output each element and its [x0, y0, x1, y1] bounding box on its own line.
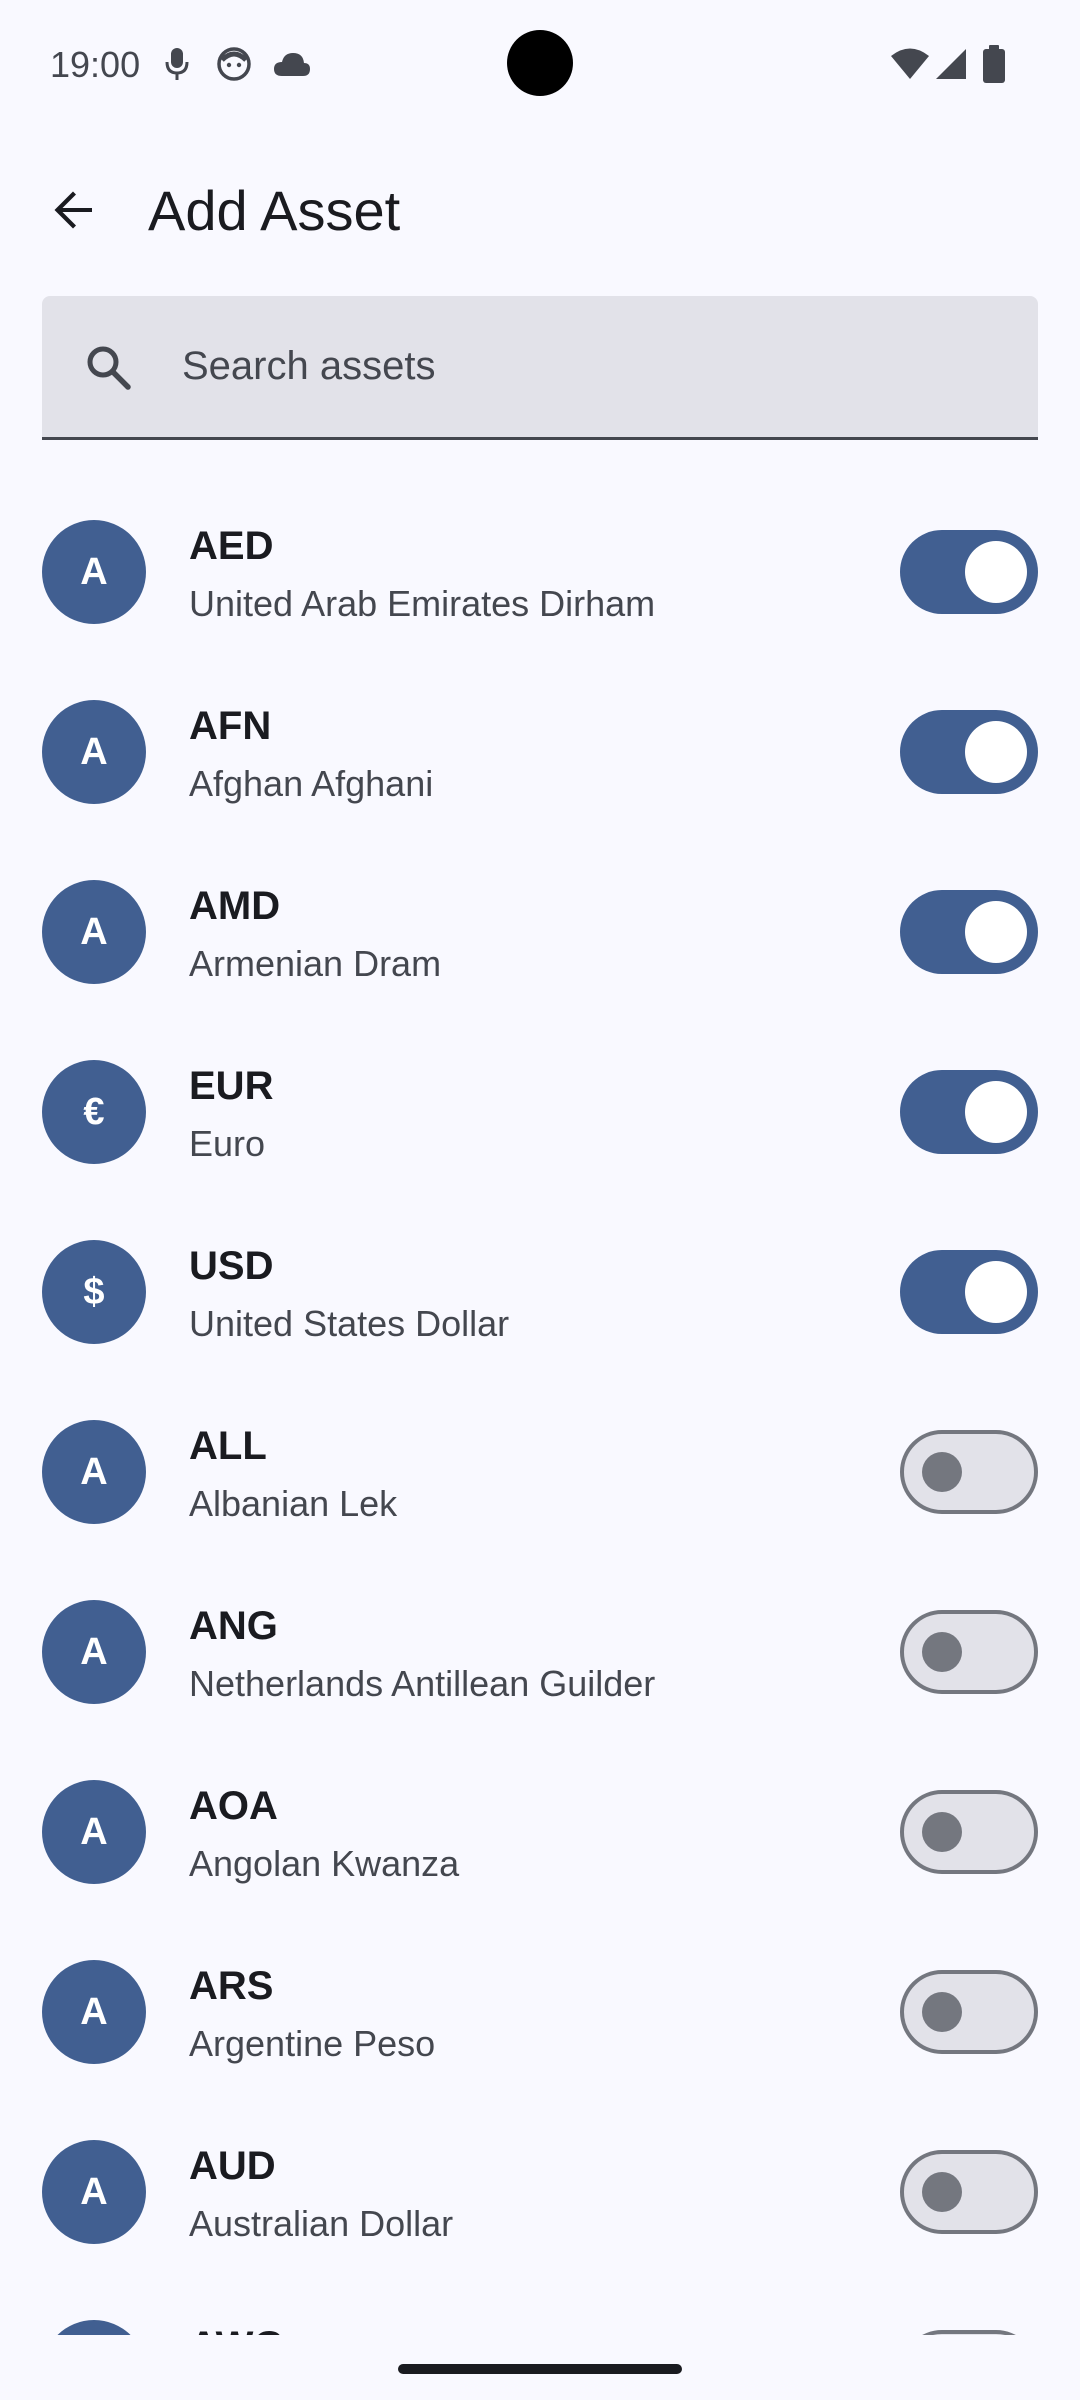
list-item: A AED United Arab Emirates Dirham — [0, 480, 1080, 660]
status-bar: 19:00 — [0, 0, 1080, 130]
avatar: A — [42, 1420, 146, 1524]
list-item: A AFN Afghan Afghani — [0, 660, 1080, 840]
asset-name: Australian Dollar — [189, 2203, 454, 2244]
avatar: A — [42, 520, 146, 624]
asset-code: ALL — [189, 1424, 267, 1468]
toggle-knob — [965, 1261, 1027, 1323]
top-app-bar: Add Asset — [0, 150, 1080, 270]
asset-toggle[interactable] — [900, 1790, 1038, 1874]
battery-icon — [982, 44, 1006, 84]
asset-toggle[interactable] — [900, 1250, 1038, 1334]
asset-name: Albanian Lek — [189, 1483, 398, 1524]
cloud-icon — [272, 44, 312, 84]
list-item: A ALL Albanian Lek — [0, 1380, 1080, 1560]
asset-code: AOA — [189, 1784, 278, 1828]
toggle-knob — [922, 2172, 962, 2212]
list-item: A AUD Australian Dollar — [0, 2100, 1080, 2280]
asset-code: EUR — [189, 1064, 274, 1108]
avatar: A — [42, 2320, 146, 2335]
asset-toggle[interactable] — [900, 890, 1038, 974]
toggle-knob — [965, 1081, 1027, 1143]
asset-name: Afghan Afghani — [189, 763, 434, 804]
avatar: A — [42, 1960, 146, 2064]
toggle-knob — [922, 1452, 962, 1492]
avatar: € — [42, 1060, 146, 1164]
front-camera — [507, 30, 573, 96]
asset-code: AUD — [189, 2144, 276, 2188]
toggle-knob — [922, 1992, 962, 2032]
avatar: A — [42, 700, 146, 804]
asset-name: Angolan Kwanza — [189, 1843, 460, 1884]
toggle-knob — [965, 721, 1027, 783]
asset-toggle[interactable] — [900, 1430, 1038, 1514]
toggle-knob — [922, 1632, 962, 1672]
asset-code: AED — [189, 524, 274, 568]
asset-code: ARS — [189, 1964, 274, 2008]
list-item: A ANG Netherlands Antillean Guilder — [0, 1560, 1080, 1740]
signal-icon — [934, 44, 968, 84]
home-indicator[interactable] — [398, 2364, 682, 2374]
toggle-knob — [965, 901, 1027, 963]
list-item: A AWG — [0, 2280, 1080, 2335]
asset-name: Argentine Peso — [189, 2023, 436, 2064]
mic-icon — [164, 44, 190, 84]
toggle-knob — [922, 1812, 962, 1852]
search-input[interactable] — [180, 343, 984, 390]
avatar: A — [42, 880, 146, 984]
list-item: A ARS Argentine Peso — [0, 1920, 1080, 2100]
avatar: $ — [42, 1240, 146, 1344]
asset-toggle[interactable] — [900, 2150, 1038, 2234]
back-button[interactable] — [34, 172, 114, 252]
asset-name: United Arab Emirates Dirham — [189, 583, 656, 624]
asset-code: AWG — [189, 2324, 285, 2335]
toggle-knob — [965, 541, 1027, 603]
search-field[interactable] — [42, 296, 1038, 440]
asset-toggle[interactable] — [900, 530, 1038, 614]
list-item: € EUR Euro — [0, 1020, 1080, 1200]
asset-list: A AED United Arab Emirates Dirham A AFN … — [0, 480, 1080, 2335]
asset-name: United States Dollar — [189, 1303, 510, 1344]
asset-code: AMD — [189, 884, 281, 928]
face-icon — [216, 44, 252, 84]
asset-toggle[interactable] — [900, 710, 1038, 794]
page-title: Add Asset — [148, 179, 401, 242]
list-item: $ USD United States Dollar — [0, 1200, 1080, 1380]
asset-name: Euro — [189, 1123, 266, 1164]
avatar: A — [42, 2140, 146, 2244]
asset-toggle[interactable] — [900, 2330, 1038, 2335]
list-item: A AOA Angolan Kwanza — [0, 1740, 1080, 1920]
asset-code: AFN — [189, 704, 272, 748]
asset-toggle[interactable] — [900, 1070, 1038, 1154]
asset-toggle[interactable] — [900, 1610, 1038, 1694]
asset-name: Armenian Dram — [189, 943, 442, 984]
avatar: A — [42, 1780, 146, 1884]
asset-code: USD — [189, 1244, 274, 1288]
search-icon — [78, 337, 138, 397]
avatar: A — [42, 1600, 146, 1704]
status-time: 19:00 — [50, 44, 141, 85]
arrow-back-icon — [50, 186, 98, 239]
wifi-icon — [890, 44, 930, 84]
asset-name: Netherlands Antillean Guilder — [189, 1663, 656, 1704]
asset-toggle[interactable] — [900, 1970, 1038, 2054]
list-item: A AMD Armenian Dram — [0, 840, 1080, 1020]
asset-code: ANG — [189, 1604, 278, 1648]
